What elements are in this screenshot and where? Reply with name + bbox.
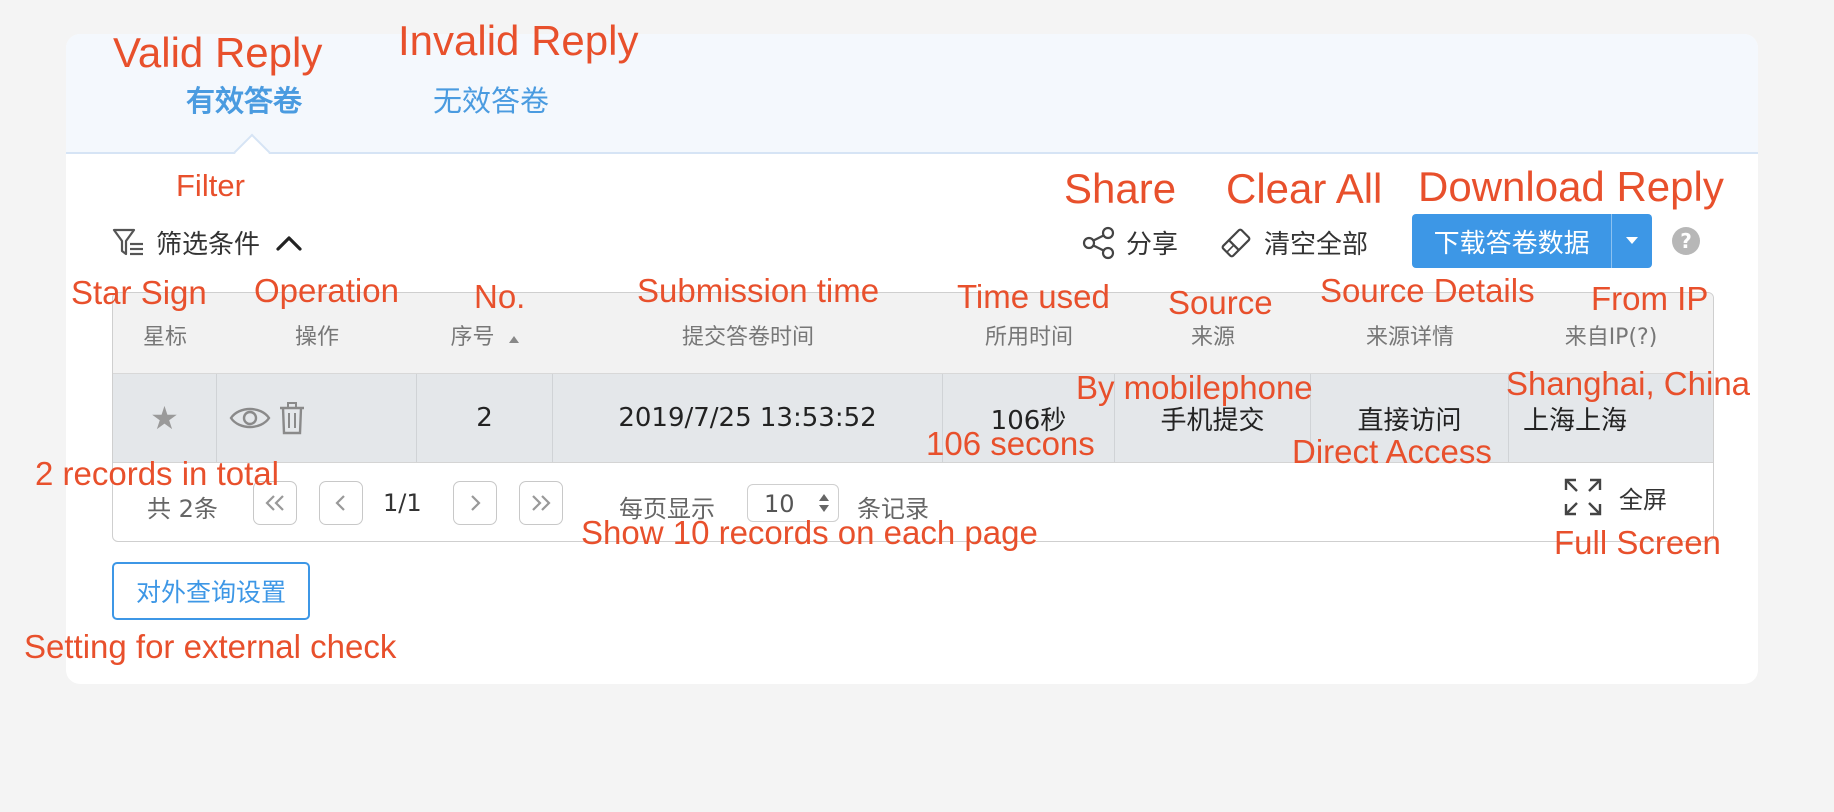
share-label: 分享 [1126, 230, 1179, 260]
tab-invalid-replies[interactable]: 无效答卷 [433, 78, 549, 120]
previous-page-button[interactable] [319, 481, 363, 525]
fullscreen-button[interactable]: 全屏 [1563, 477, 1667, 517]
external-query-settings-button[interactable]: 对外查询设置 [112, 562, 310, 620]
column-header-number[interactable]: 序号 [417, 319, 553, 351]
next-page-button[interactable] [453, 481, 497, 525]
filter-label: 筛选条件 [156, 230, 261, 260]
chevron-right-icon [471, 495, 481, 511]
responses-table: 星标 操作 序号 提交答卷时间 所用时间 来源 来源详情 来自IP(?) ★ 2… [112, 292, 1714, 542]
submission-time-cell: 2019/7/25 13:53:52 [553, 374, 943, 462]
caret-down-icon [1626, 237, 1639, 244]
clear-all-button[interactable]: 清空全部 [1218, 224, 1368, 261]
annotation-clear-all: Clear All [1226, 165, 1383, 212]
number-cell: 2 [417, 374, 553, 462]
download-split-button: 下载答卷数据 [1412, 214, 1652, 268]
annotation-source: Source [1168, 284, 1273, 321]
star-cell: ★ [113, 374, 217, 462]
annotation-external-check: Setting for external check [24, 628, 397, 665]
annotation-submission-time: Submission time [637, 272, 880, 309]
annotation-total-records: 2 records in total [35, 455, 279, 492]
column-header-star: 星标 [142, 325, 187, 350]
annotation-from-ip: From IP [1591, 280, 1709, 317]
column-header-time-used: 所用时间 [984, 325, 1073, 350]
operation-cell [217, 374, 417, 462]
clear-all-label: 清空全部 [1264, 230, 1369, 260]
annotation-106-seconds: 106 secons [926, 425, 1095, 462]
view-icon[interactable] [229, 403, 271, 433]
share-icon [1082, 226, 1115, 259]
annotation-per-page: Show 10 records on each page [581, 514, 1038, 551]
tab-valid-replies[interactable]: 有效答卷 [186, 78, 302, 120]
star-icon[interactable]: ★ [150, 399, 179, 437]
trash-icon[interactable] [277, 401, 307, 435]
eraser-icon [1221, 228, 1251, 257]
column-header-source-details: 来源详情 [1365, 325, 1454, 350]
fullscreen-icon [1564, 478, 1602, 516]
annotation-share: Share [1064, 165, 1177, 212]
double-chevron-left-icon [265, 495, 284, 511]
annotation-star-sign: Star Sign [71, 274, 207, 311]
column-header-source: 来源 [1190, 325, 1235, 350]
share-button[interactable]: 分享 [1082, 224, 1178, 261]
total-records: 共 2条 [147, 495, 218, 523]
filter-toggle[interactable]: 筛选条件 [112, 224, 304, 261]
fullscreen-label: 全屏 [1619, 485, 1667, 514]
last-page-button[interactable] [519, 481, 563, 525]
page-indicator: 1/1 [383, 489, 422, 517]
filter-icon [112, 228, 143, 255]
column-header-submission-time: 提交答卷时间 [681, 325, 814, 350]
annotation-download-reply: Download Reply [1418, 163, 1724, 210]
download-options-button[interactable] [1611, 214, 1652, 268]
annotation-by-mobilephone: By mobilephone [1076, 369, 1313, 406]
annotation-time-used: Time used [957, 278, 1110, 315]
annotation-invalid-reply: Invalid Reply [398, 17, 639, 64]
double-chevron-right-icon [532, 495, 551, 511]
download-button[interactable]: 下载答卷数据 [1412, 214, 1611, 268]
sort-asc-icon [508, 336, 519, 343]
annotation-number: No. [474, 278, 526, 315]
annotation-filter: Filter [176, 168, 245, 203]
help-icon[interactable]: ? [1672, 227, 1700, 255]
annotation-source-details: Source Details [1320, 272, 1535, 309]
column-header-operation: 操作 [294, 325, 339, 350]
chevron-left-icon [335, 495, 345, 511]
annotation-direct-access: Direct Access [1292, 433, 1492, 470]
stepper-arrows-icon [819, 494, 829, 512]
annotation-operation: Operation [254, 272, 399, 309]
column-header-number-label: 序号 [450, 325, 495, 350]
annotation-valid-reply: Valid Reply [113, 29, 323, 76]
chevron-up-icon [276, 235, 302, 251]
column-header-ip: 来自IP(?) [1564, 325, 1658, 350]
annotation-shanghai-china: Shanghai, China [1506, 365, 1751, 402]
annotation-full-screen: Full Screen [1554, 524, 1721, 561]
